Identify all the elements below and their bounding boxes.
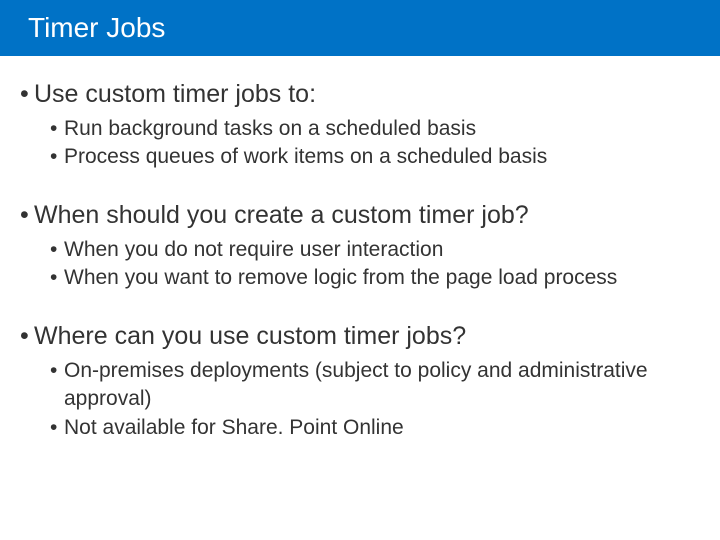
bullet-icon: • (50, 143, 64, 171)
section-1: • When should you create a custom timer j… (24, 199, 686, 292)
section-heading: •Where can you use custom timer jobs? (24, 320, 686, 353)
list-item: •Not available for Share. Point Online (64, 414, 686, 442)
bullet-icon: • (20, 199, 34, 232)
section-heading: •When should you create a custom timer j… (24, 199, 686, 232)
list-item-text: Process queues of work items on a schedu… (64, 145, 547, 168)
section-heading-text: Where can you use custom timer jobs? (34, 322, 466, 350)
list-item-text: When you want to remove logic from the p… (64, 266, 617, 289)
section-items: •On-premises deployments (subject to pol… (24, 357, 686, 442)
section-heading: •Use custom timer jobs to: (24, 78, 686, 111)
list-item: •Process queues of work items on a sched… (64, 143, 686, 171)
list-item: •When you do not require user interactio… (64, 236, 686, 264)
section-0: •Use custom timer jobs to: •Run backgrou… (24, 78, 686, 171)
slide-body: •Use custom timer jobs to: •Run backgrou… (0, 56, 720, 442)
list-item: •Run background tasks on a scheduled bas… (64, 115, 686, 143)
section-items: •When you do not require user interactio… (24, 236, 686, 293)
slide-title-bar: Timer Jobs (0, 0, 720, 56)
list-item-text: When you do not require user interaction (64, 238, 443, 261)
list-item-text: Run background tasks on a scheduled basi… (64, 117, 476, 140)
bullet-icon: • (50, 115, 64, 143)
bullet-icon: • (50, 357, 64, 385)
bullet-icon: • (50, 264, 64, 292)
section-2: •Where can you use custom timer jobs? •O… (24, 320, 686, 442)
bullet-icon: • (20, 78, 34, 111)
list-item-text: Not available for Share. Point Online (64, 416, 404, 439)
list-item: •When you want to remove logic from the … (64, 264, 686, 292)
bullet-icon: • (20, 320, 34, 353)
list-item-text: On-premises deployments (subject to poli… (64, 359, 648, 410)
section-heading-text: Use custom timer jobs to: (34, 80, 316, 108)
bullet-icon: • (50, 236, 64, 264)
bullet-icon: • (50, 414, 64, 442)
section-items: •Run background tasks on a scheduled bas… (24, 115, 686, 172)
section-heading-text: When should you create a custom timer jo… (34, 201, 529, 229)
list-item: •On-premises deployments (subject to pol… (64, 357, 686, 414)
slide-title: Timer Jobs (28, 12, 165, 44)
